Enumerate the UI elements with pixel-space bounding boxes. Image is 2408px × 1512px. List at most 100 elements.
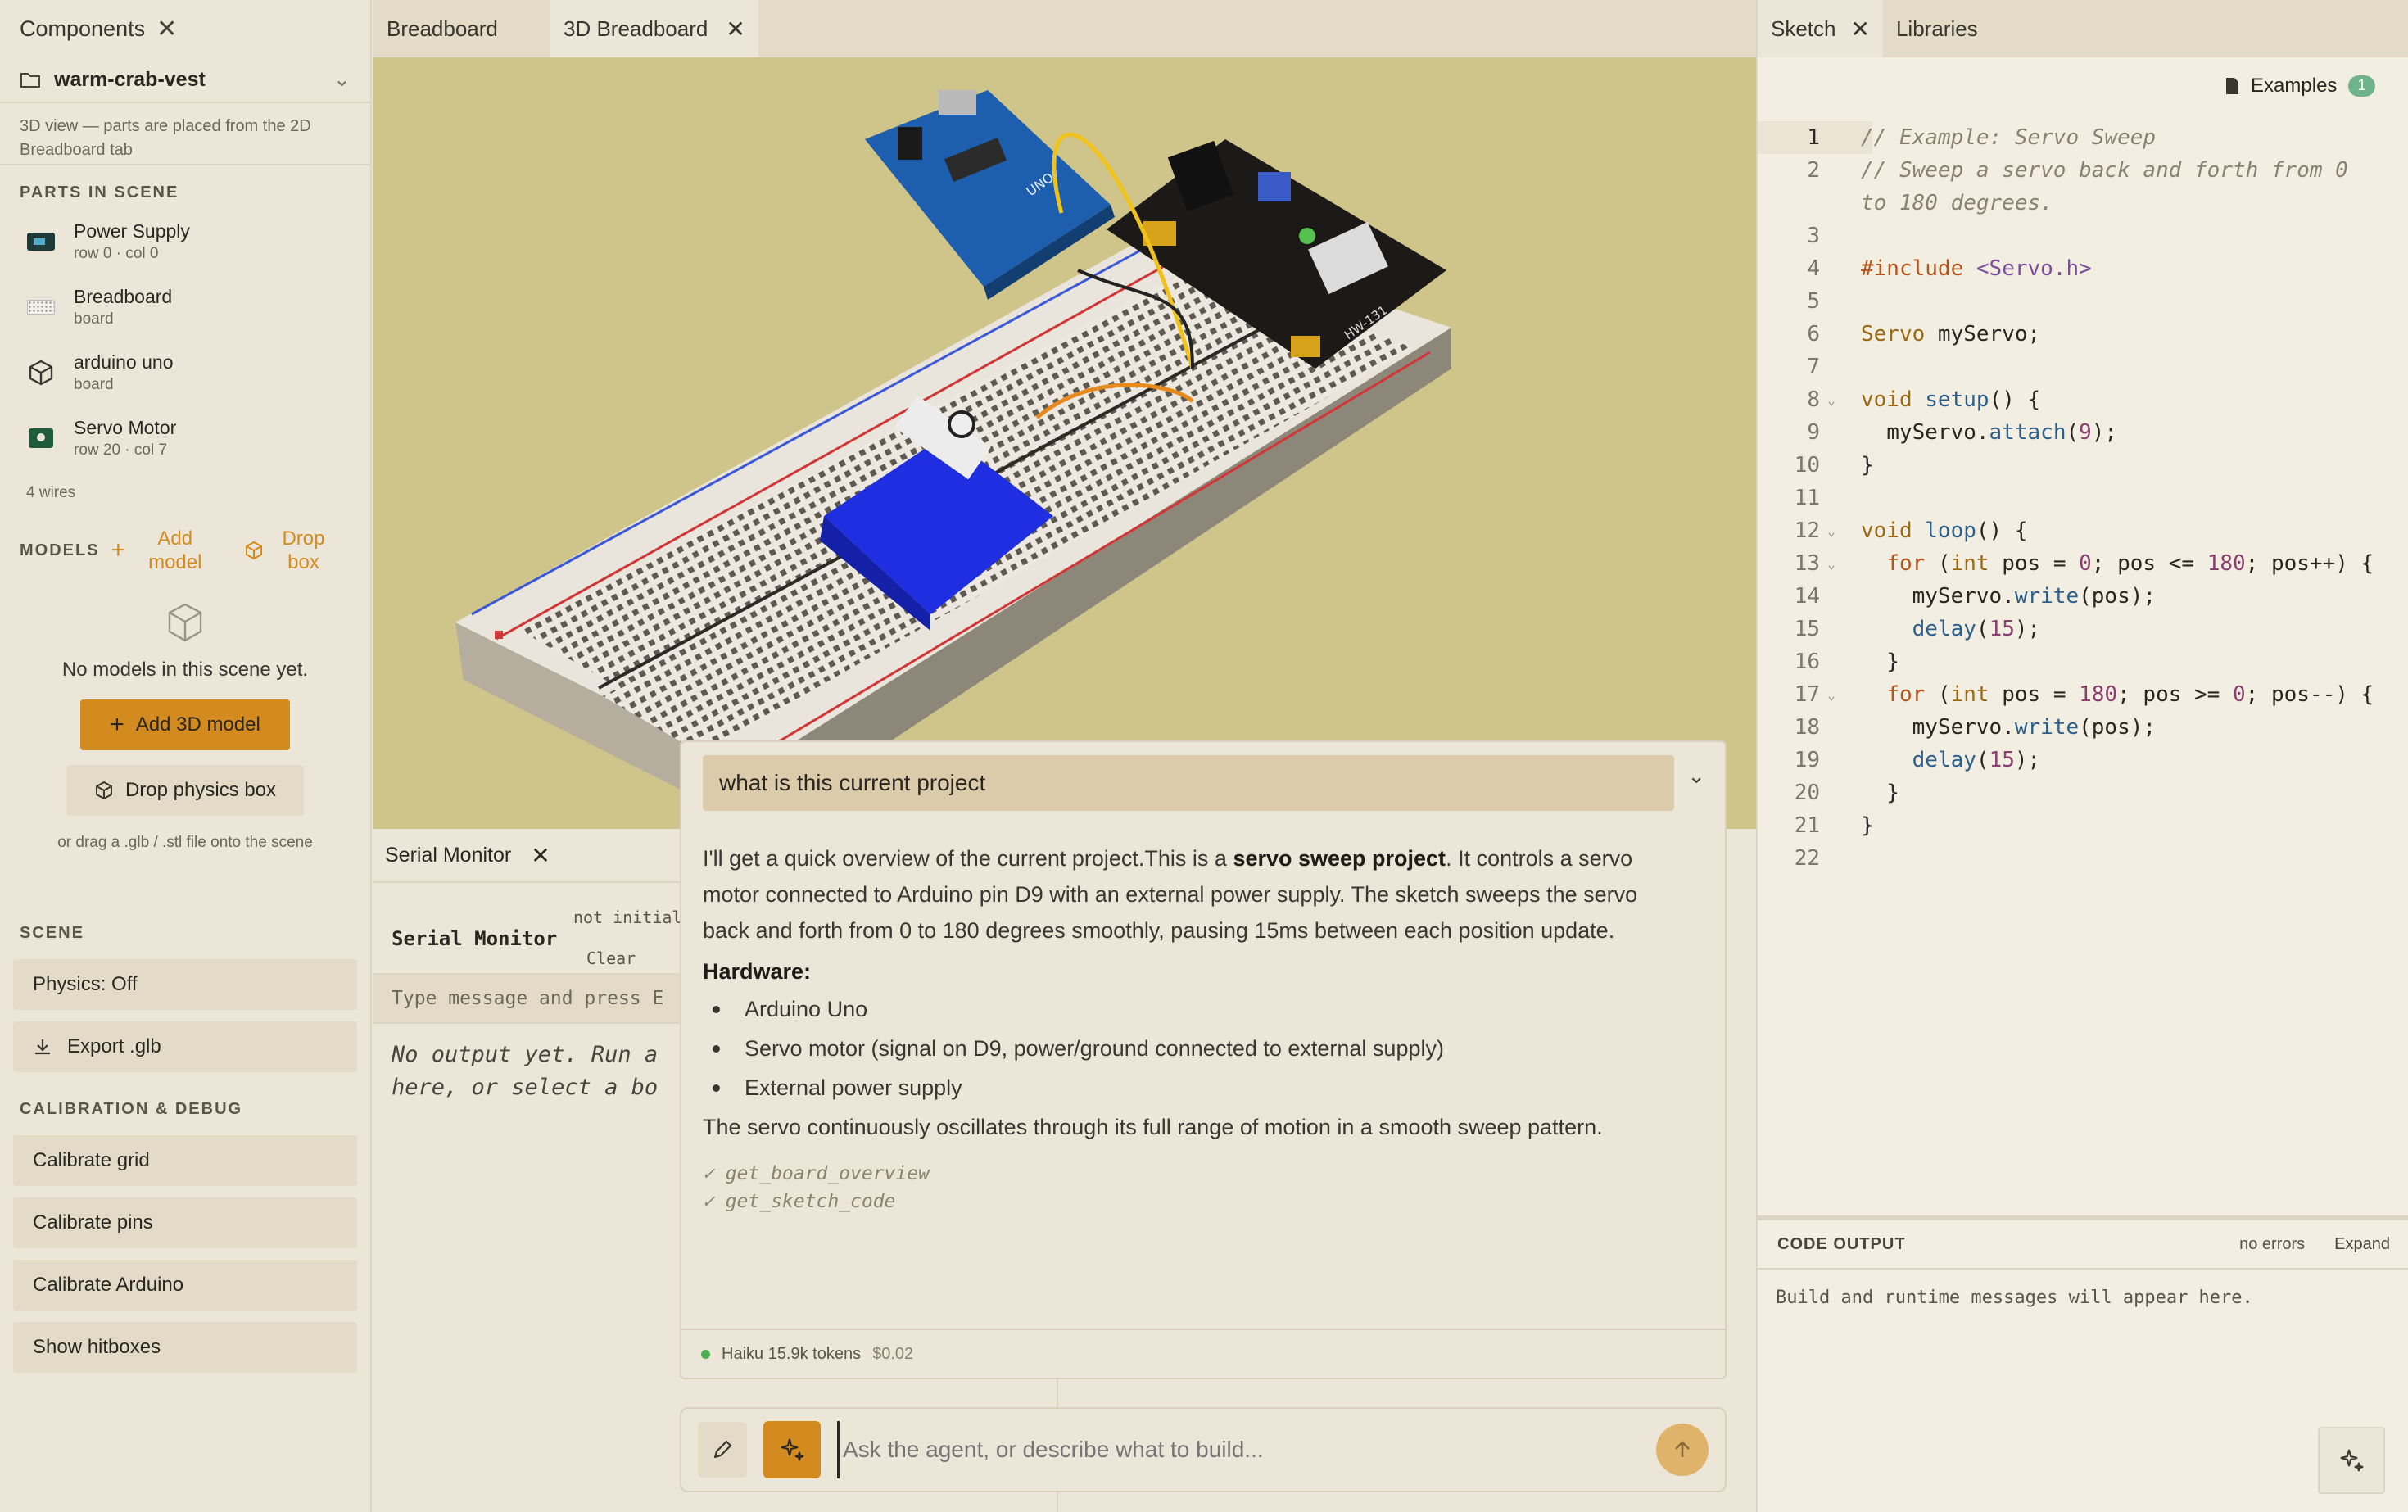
pencil-button[interactable] — [698, 1422, 747, 1478]
document-icon — [2226, 78, 2239, 94]
close-icon[interactable]: ✕ — [531, 842, 550, 869]
breadboard-icon — [26, 296, 56, 319]
fold-chevron-icon[interactable]: ⌄ — [1823, 392, 1840, 408]
part-item-breadboard[interactable]: Breadboard board — [0, 274, 370, 340]
code-line: 7 — [1807, 355, 1820, 379]
code-editor[interactable]: 1// Example: Servo Sweep 2// Sweep a ser… — [1758, 121, 2408, 875]
code-line: 17 ⌄ for (int pos = 180; pos >= 0; pos--)… — [1794, 682, 2374, 707]
code-line: 4 #include <Servo.h> — [1807, 256, 2092, 281]
show-hitboxes-label: Show hitboxes — [33, 1336, 161, 1358]
3d-scene-viewport[interactable]: UNO HW-131 — [373, 57, 1756, 829]
box-icon — [246, 541, 263, 560]
add-3d-model-label: Add 3D model — [135, 713, 260, 736]
code-line: 11 — [1794, 486, 1820, 510]
add-model-line2: model — [148, 551, 202, 573]
answer-intro-bold: servo sweep project — [1233, 846, 1446, 871]
send-button[interactable] — [1656, 1424, 1709, 1476]
code-line: 20 } — [1794, 781, 1899, 805]
answer-intro: I'll get a quick overview of the current… — [703, 840, 1677, 948]
drop-box-button[interactable]: Drop box — [282, 527, 324, 574]
sketch-tabs: Sketch ✕ Libraries — [1758, 0, 2408, 57]
answer-outro: The servo continuously oscillates throug… — [703, 1115, 1603, 1139]
tab-sketch[interactable]: Sketch ✕ — [1758, 0, 1883, 57]
code-output-message: Build and runtime messages will appear h… — [1776, 1288, 2253, 1308]
part-type: board — [74, 310, 114, 328]
box-icon — [95, 781, 112, 800]
download-icon — [35, 1039, 50, 1055]
calibrate-grid-button[interactable]: Calibrate grid — [13, 1135, 357, 1186]
code-line: 10} — [1794, 453, 1874, 478]
plus-icon: + — [110, 711, 124, 738]
ai-assist-button[interactable] — [2318, 1427, 2385, 1494]
code-line: 16 } — [1794, 650, 1899, 674]
tab-3d-breadboard[interactable]: 3D Breadboard ✕ — [550, 0, 758, 57]
chevron-down-icon[interactable]: ⌄ — [1687, 763, 1705, 789]
agent-chat-panel: what is this current project ⌄ I'll get … — [680, 740, 1727, 1379]
expand-button[interactable]: Expand — [2334, 1235, 2390, 1254]
examples-label: Examples — [2251, 75, 2338, 97]
agent-prompt-bar — [680, 1407, 1727, 1492]
calibrate-pins-button[interactable]: Calibrate pins — [13, 1197, 357, 1248]
examples-button[interactable]: Examples 1 — [1758, 57, 2408, 115]
editor-tabs: Breadboard 3D Breadboard ✕ — [373, 0, 1756, 57]
fold-chevron-icon[interactable]: ⌄ — [1823, 523, 1840, 539]
components-panel: Components ✕ warm-crab-vest ⌄ 3D view — … — [0, 0, 372, 1512]
part-name: arduino uno — [74, 351, 174, 373]
tab-breadboard[interactable]: Breadboard — [373, 0, 550, 57]
physics-label: Physics: Off — [33, 973, 138, 995]
part-name: Breadboard — [74, 286, 173, 307]
serial-tab-label: Serial Monitor — [385, 843, 512, 867]
tab-label: Libraries — [1895, 16, 1978, 41]
part-position: row 0 · col 0 — [74, 245, 159, 262]
show-hitboxes-button[interactable]: Show hitboxes — [13, 1322, 357, 1373]
code-line: 18 myServo.write(pos); — [1794, 715, 2157, 740]
add-model-button[interactable]: Add model — [148, 527, 201, 574]
components-tab-label: Components — [20, 16, 146, 41]
code-line: 22 — [1794, 846, 1820, 871]
part-item-power-supply[interactable]: Power Supply row 0 · col 0 — [0, 209, 370, 274]
sparkle-icon — [2340, 1449, 2364, 1472]
code-output-header: CODE OUTPUT no errors Expand — [1758, 1215, 2408, 1270]
physics-toggle[interactable]: Physics: Off — [13, 959, 357, 1010]
code-line: 15 delay(15); — [1794, 617, 2041, 641]
part-item-arduino-uno[interactable]: arduino uno board — [0, 340, 370, 405]
parts-heading: PARTS IN SCENE — [20, 183, 179, 201]
serial-clear-button[interactable]: Clear — [586, 948, 636, 968]
fold-chevron-icon[interactable]: ⌄ — [1823, 556, 1840, 572]
tool-call: ✓ get_board_overview — [703, 1163, 930, 1184]
add-3d-model-button[interactable]: + Add 3D model — [80, 699, 290, 750]
part-position: row 20 · col 7 — [74, 441, 168, 459]
calibration-heading: CALIBRATION & DEBUG — [20, 1100, 243, 1118]
part-item-servo-motor[interactable]: Servo Motor row 20 · col 7 — [0, 405, 370, 471]
agent-mode-button[interactable] — [763, 1421, 821, 1478]
drop-box-line2: box — [287, 551, 319, 573]
export-glb-button[interactable]: Export .glb — [13, 1021, 357, 1072]
serial-title: Serial Monitor — [392, 927, 558, 950]
tab-label: 3D Breadboard — [564, 16, 708, 41]
components-tab[interactable]: Components ✕ — [0, 0, 370, 57]
empty-cube-icon — [168, 603, 202, 642]
code-line: 2// Sweep a servo back and forth from 0 — [1807, 158, 2348, 183]
cube-icon — [26, 360, 56, 386]
hardware-heading: Hardware: — [703, 959, 812, 984]
part-name: Power Supply — [74, 220, 190, 242]
drop-physics-box-label: Drop physics box — [124, 779, 277, 801]
calibrate-arduino-button[interactable]: Calibrate Arduino — [13, 1260, 357, 1311]
agent-prompt-input[interactable] — [837, 1421, 1640, 1478]
tab-libraries[interactable]: Libraries — [1883, 0, 2034, 57]
project-selector[interactable]: warm-crab-vest ⌄ — [0, 57, 370, 103]
serial-status: not initial — [573, 908, 682, 927]
list-item: Arduino Uno — [703, 989, 1677, 1029]
error-status: no errors — [2239, 1234, 2306, 1253]
part-name: Servo Motor — [74, 417, 177, 438]
close-icon[interactable]: ✕ — [156, 15, 177, 43]
drop-physics-box-button[interactable]: Drop physics box — [66, 765, 304, 816]
close-icon[interactable]: ✕ — [1851, 16, 1870, 43]
view-note: 3D view — parts are placed from the 2D B… — [0, 103, 370, 165]
model-usage: Haiku 15.9k tokens — [722, 1344, 862, 1363]
fold-chevron-icon[interactable]: ⌄ — [1823, 687, 1840, 703]
close-icon[interactable]: ✕ — [726, 16, 745, 43]
code-line: 21} — [1794, 813, 1874, 838]
plus-icon: + — [111, 536, 126, 564]
code-line: 3 — [1807, 224, 1820, 248]
